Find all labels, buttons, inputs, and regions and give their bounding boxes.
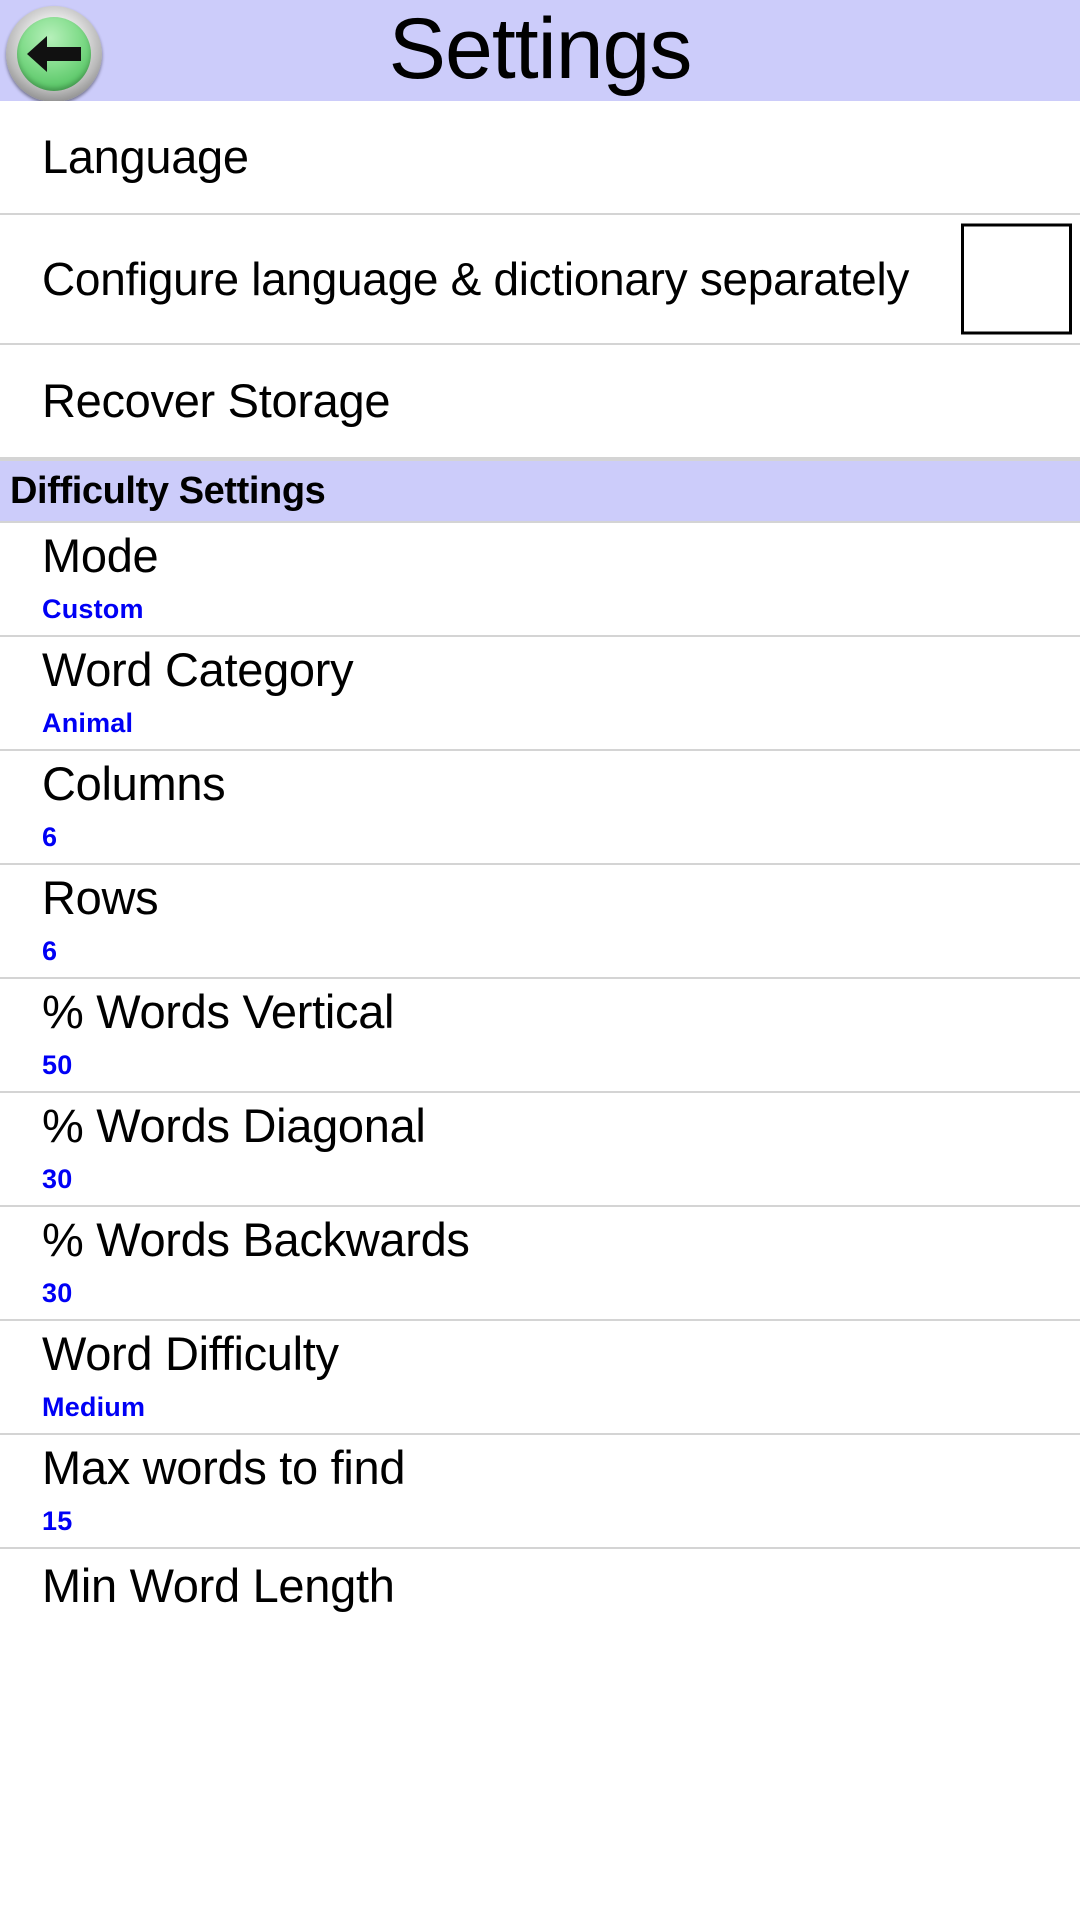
- general-settings-list: Language Configure language & dictionary…: [0, 101, 1080, 459]
- setting-value: 50: [42, 1049, 73, 1080]
- configure-separately-checkbox[interactable]: [961, 223, 1072, 335]
- page-title: Settings: [388, 0, 693, 97]
- setting-row-language[interactable]: Language: [0, 101, 1080, 215]
- setting-row-columns[interactable]: Columns 6: [0, 751, 1080, 865]
- setting-title: % Words Vertical: [42, 985, 395, 1038]
- setting-row-recover-storage[interactable]: Recover Storage: [0, 345, 1080, 459]
- setting-row-word-category[interactable]: Word Category Animal: [0, 637, 1080, 751]
- back-button[interactable]: [6, 6, 102, 102]
- setting-title: Max words to find: [42, 1441, 406, 1494]
- setting-row-min-word-length[interactable]: Min Word Length: [0, 1549, 1080, 1613]
- setting-row-percent-words-vertical[interactable]: % Words Vertical 50: [0, 979, 1080, 1093]
- section-header-difficulty-settings: Difficulty Settings: [0, 459, 1080, 523]
- setting-title: Word Difficulty: [42, 1327, 339, 1380]
- setting-row-mode[interactable]: Mode Custom: [0, 523, 1080, 637]
- title-bar: Settings: [0, 0, 1080, 102]
- setting-title: Columns: [42, 757, 226, 810]
- setting-value: Custom: [42, 593, 144, 624]
- setting-row-word-difficulty[interactable]: Word Difficulty Medium: [0, 1321, 1080, 1435]
- back-button-disc: [17, 17, 91, 91]
- setting-title: Mode: [42, 529, 159, 582]
- setting-row-max-words-to-find[interactable]: Max words to find 15: [0, 1435, 1080, 1549]
- difficulty-settings-list: Mode Custom Word Category Animal Columns…: [0, 523, 1080, 1613]
- setting-title: Configure language & dictionary separate…: [42, 252, 910, 305]
- setting-row-percent-words-backwards[interactable]: % Words Backwards 30: [0, 1207, 1080, 1321]
- setting-value: Medium: [42, 1391, 146, 1422]
- section-header-label: Difficulty Settings: [10, 469, 326, 512]
- setting-title: % Words Diagonal: [42, 1099, 426, 1152]
- back-arrow-icon: [25, 34, 83, 74]
- setting-title: Word Category: [42, 643, 354, 696]
- setting-row-configure-language-separately[interactable]: Configure language & dictionary separate…: [0, 215, 1080, 345]
- setting-value: 6: [42, 935, 58, 966]
- setting-title: % Words Backwards: [42, 1213, 470, 1266]
- setting-title: Recover Storage: [42, 374, 391, 428]
- setting-title: Min Word Length: [42, 1559, 395, 1613]
- setting-value: Animal: [42, 707, 134, 738]
- setting-value: 15: [42, 1505, 73, 1536]
- setting-value: 30: [42, 1277, 73, 1308]
- setting-value: 6: [42, 821, 58, 852]
- setting-title: Language: [42, 130, 249, 184]
- setting-row-rows[interactable]: Rows 6: [0, 865, 1080, 979]
- setting-value: 30: [42, 1163, 73, 1194]
- setting-title: Rows: [42, 871, 159, 924]
- setting-row-percent-words-diagonal[interactable]: % Words Diagonal 30: [0, 1093, 1080, 1207]
